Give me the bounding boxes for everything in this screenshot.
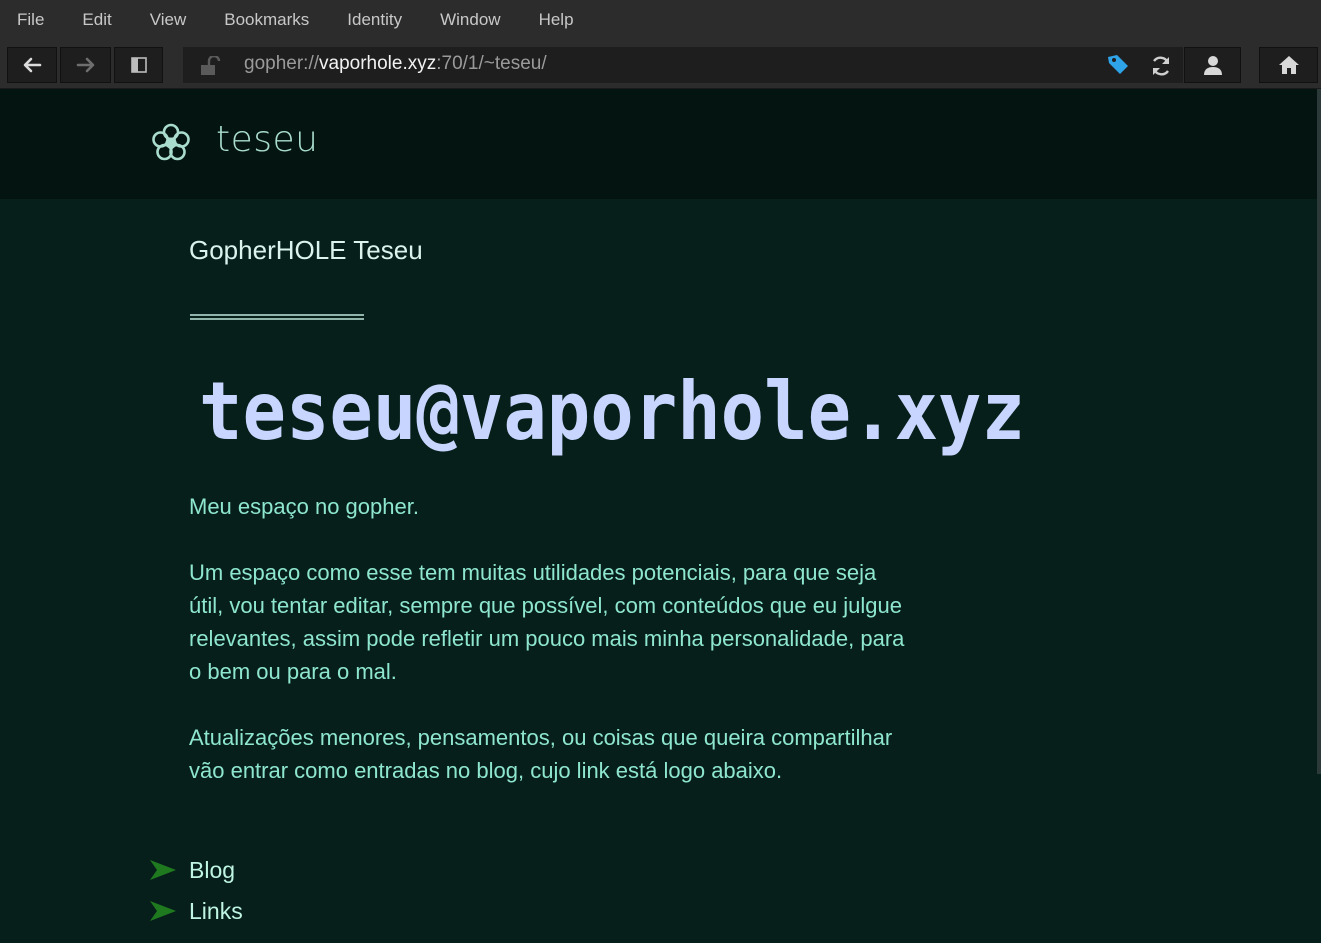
updates-paragraph: Atualizações menores, pensamentos, ou co… — [189, 725, 893, 783]
identity-button[interactable] — [1184, 47, 1241, 83]
toolbar: gopher://vaporhole.xyz:70/1/~teseu/ — [0, 40, 1321, 89]
url-host: vaporhole.xyz — [319, 53, 437, 74]
link-blog[interactable]: Blog — [149, 855, 235, 885]
link-links-label[interactable]: Links — [189, 898, 243, 925]
identity-icon — [1203, 56, 1222, 75]
back-button[interactable] — [7, 47, 57, 83]
url-path: :70/1/~teseu/ — [436, 53, 547, 74]
menu-bookmarks[interactable]: Bookmarks — [206, 10, 329, 30]
sidebar-toggle-button[interactable] — [114, 47, 163, 83]
url-bar[interactable]: gopher://vaporhole.xyz:70/1/~teseu/ — [183, 47, 1183, 83]
link-links[interactable]: Links — [149, 896, 243, 926]
heading-rule-text: ================ — [190, 319, 204, 321]
menu-identity[interactable]: Identity — [329, 10, 422, 30]
link-arrow-icon — [150, 901, 176, 921]
site-title[interactable]: teseu — [216, 119, 318, 160]
url-scheme: gopher:// — [244, 53, 319, 74]
heading-rule: ================ — [190, 314, 364, 321]
url-text: gopher://vaporhole.xyz:70/1/~teseu/ — [244, 53, 547, 75]
unlocked-padlock-icon — [201, 56, 221, 75]
menu-view[interactable]: View — [132, 10, 207, 30]
menu-help[interactable]: Help — [521, 10, 594, 30]
scrollbar[interactable] — [1317, 89, 1321, 774]
menu-bar: File Edit View Bookmarks Identity Window… — [0, 0, 1321, 40]
forward-arrow-icon — [76, 57, 94, 73]
page-heading: GopherHOLE Teseu — [189, 235, 423, 265]
home-icon — [1278, 56, 1299, 74]
link-arrow-icon — [150, 860, 176, 880]
sidebar-icon — [130, 57, 147, 73]
back-arrow-icon — [23, 57, 42, 73]
bookmark-icon[interactable] — [1105, 53, 1131, 77]
menu-file[interactable]: File — [0, 10, 64, 30]
reload-icon[interactable] — [1149, 54, 1173, 78]
menu-window[interactable]: Window — [422, 10, 520, 30]
home-button[interactable] — [1259, 47, 1318, 83]
ascii-banner: teseu@vaporhole.xyz — [199, 371, 1025, 458]
intro-paragraph: Meu espaço no gopher. — [189, 494, 419, 519]
ascii-banner-text: teseu@vaporhole.xyz — [199, 371, 1025, 458]
menu-edit[interactable]: Edit — [64, 10, 131, 30]
forward-button[interactable] — [60, 47, 111, 83]
link-blog-label[interactable]: Blog — [189, 857, 235, 884]
flower-icon — [152, 123, 190, 161]
page-header: teseu — [0, 89, 1321, 199]
about-paragraph: Um espaço como esse tem muitas utilidade… — [189, 560, 905, 684]
